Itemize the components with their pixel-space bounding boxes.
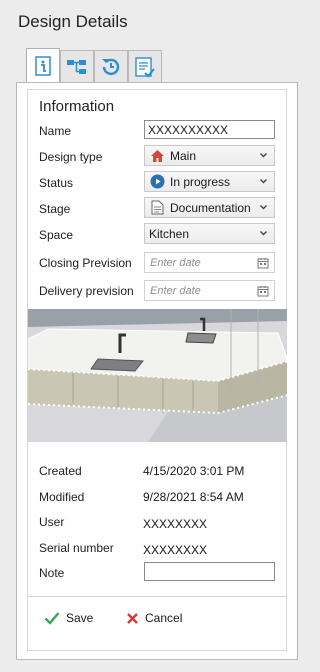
document-icon [149, 200, 165, 216]
delivery-prevision-date[interactable]: Enter date [144, 280, 275, 301]
design-type-value: Main [170, 148, 197, 163]
play-circle-icon [149, 174, 165, 190]
space-select[interactable]: Kitchen [144, 223, 275, 244]
note-label: Note [39, 566, 65, 580]
design-preview-image [28, 309, 287, 442]
chevron-down-icon [260, 231, 267, 236]
calendar-icon[interactable] [257, 257, 269, 269]
name-label: Name [39, 124, 72, 138]
hierarchy-icon [67, 59, 86, 74]
tab-history[interactable] [94, 50, 128, 82]
name-value: XXXXXXXXXX [148, 122, 229, 137]
tab-hierarchy[interactable] [60, 50, 94, 82]
design-type-label: Design type [39, 150, 103, 164]
details-inner: Information Name XXXXXXXXXX Design type … [27, 89, 287, 651]
note-field[interactable] [144, 562, 275, 581]
status-label: Status [39, 176, 74, 190]
chevron-down-icon [260, 153, 267, 158]
info-icon [35, 56, 51, 76]
modified-value: 9/28/2021 8:54 AM [143, 490, 244, 504]
tab-checklist[interactable] [128, 50, 162, 82]
chevron-down-icon [260, 179, 267, 184]
created-label: Created [39, 464, 82, 478]
calendar-icon[interactable] [257, 285, 269, 297]
stage-label: Stage [39, 202, 71, 216]
delivery-prevision-label: Delivery prevision [39, 284, 134, 298]
check-icon [44, 612, 60, 625]
window-title: Design Details [18, 12, 128, 31]
closing-date-placeholder: Enter date [150, 256, 201, 269]
created-value: 4/15/2020 3:01 PM [143, 464, 245, 478]
close-icon [127, 612, 138, 624]
space-label: Space [39, 228, 74, 242]
cancel-label: Cancel [145, 611, 183, 625]
status-value: In progress [170, 174, 231, 189]
serial-number-value: XXXXXXXX [143, 543, 208, 557]
serial-number-label: Serial number [39, 541, 114, 555]
chevron-down-icon [260, 205, 267, 210]
house-icon [149, 148, 165, 164]
cancel-button[interactable]: Cancel [126, 611, 182, 625]
section-title: Information [39, 98, 115, 115]
space-value: Kitchen [149, 226, 190, 241]
user-value: XXXXXXXX [143, 517, 208, 531]
details-panel: Information Name XXXXXXXXXX Design type … [16, 82, 298, 660]
history-icon [102, 58, 120, 75]
save-button[interactable]: Save [44, 611, 93, 625]
tab-info[interactable] [26, 48, 60, 83]
closing-prevision-label: Closing Prevision [39, 256, 132, 270]
design-type-select[interactable]: Main [144, 145, 275, 166]
stage-value: Documentation [170, 200, 251, 215]
save-label: Save [66, 611, 94, 625]
stage-select[interactable]: Documentation [144, 197, 275, 218]
user-label: User [39, 515, 65, 529]
divider [28, 596, 286, 597]
checklist-icon [135, 56, 155, 77]
status-select[interactable]: In progress [144, 171, 275, 192]
delivery-date-placeholder: Enter date [150, 284, 201, 297]
modified-label: Modified [39, 490, 85, 504]
closing-prevision-date[interactable]: Enter date [144, 252, 275, 273]
name-field[interactable]: XXXXXXXXXX [144, 120, 275, 139]
